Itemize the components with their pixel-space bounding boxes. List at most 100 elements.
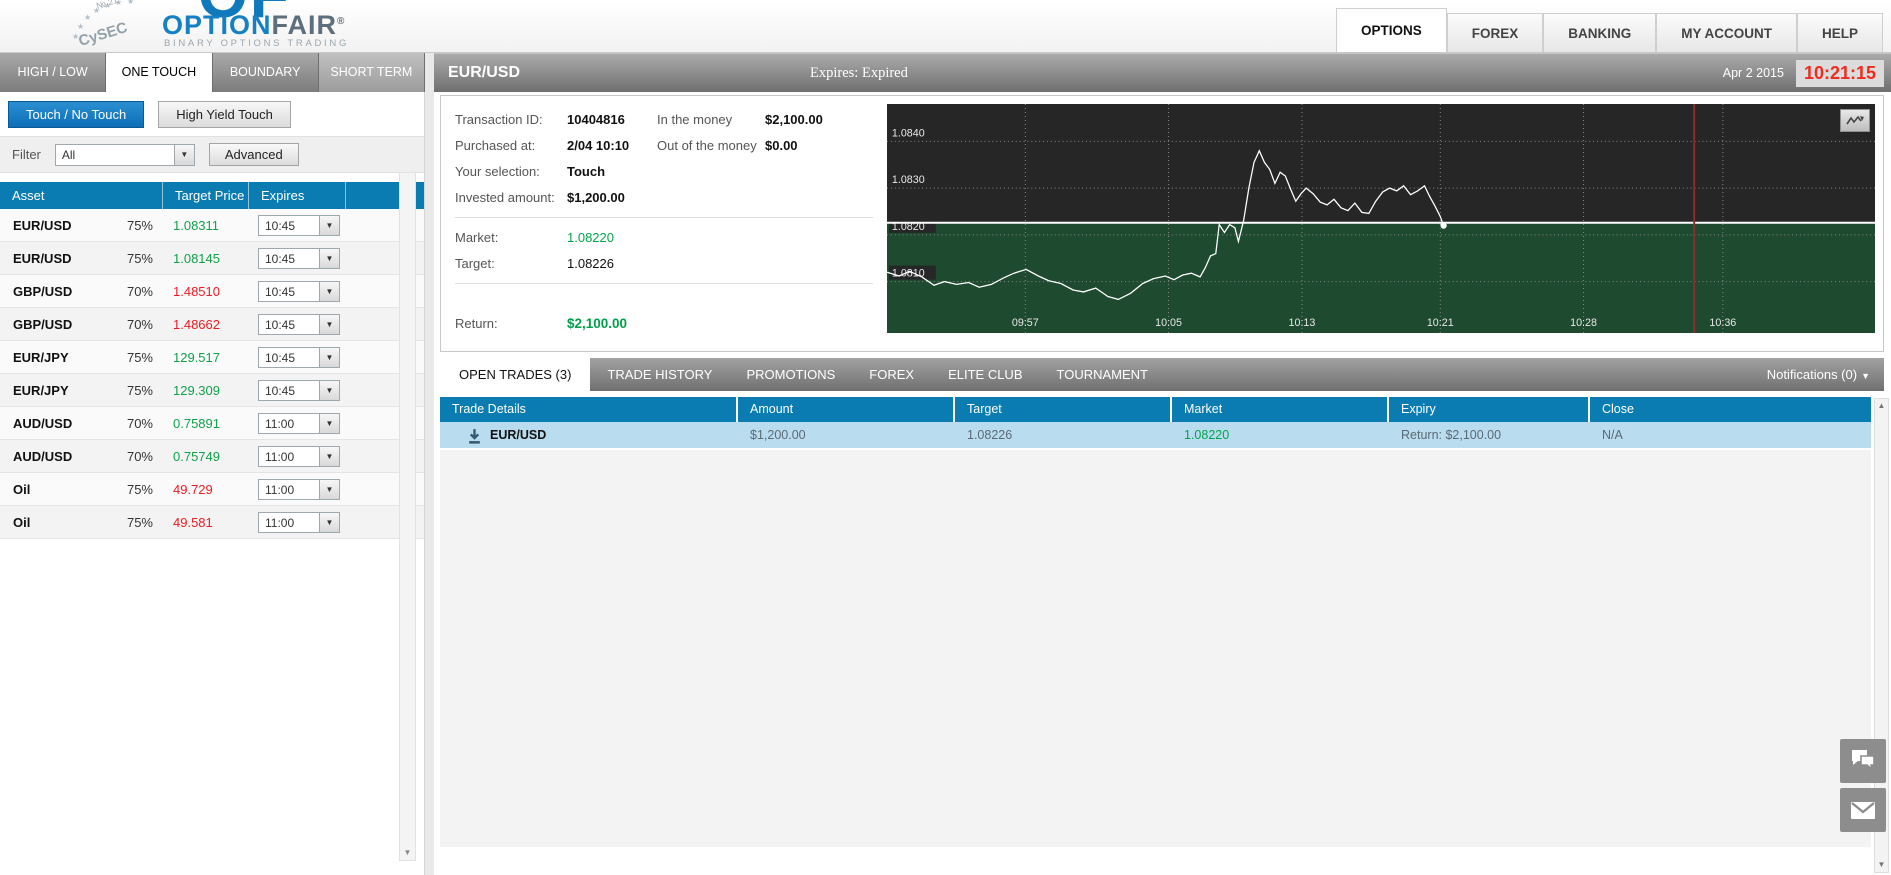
chat-icon [1849,748,1877,774]
bottom-tab-trade-history[interactable]: TRADE HISTORY [590,358,729,391]
top-tab-my-account[interactable]: MY ACCOUNT [1656,13,1797,52]
download-icon[interactable] [466,428,488,445]
instrument-header-bar: EUR/USD Expires: Expired Apr 2 2015 10:2… [434,53,1891,92]
expiry-select[interactable]: 10:45▼ [258,347,340,368]
asset-row: AUD/USD70%0.7589111:00▼ [0,407,424,440]
asset-expiry-cell: 11:00▼ [249,413,346,434]
sidebar-scrollbar[interactable]: ▼ [399,172,416,861]
trade-row[interactable]: EUR/USD$1,200.001.082261.08220Return: $2… [440,422,1871,450]
top-tab-banking[interactable]: BANKING [1543,13,1656,52]
scroll-up-arrow-icon[interactable]: ▲ [1875,399,1888,413]
expiry-select[interactable]: 11:00▼ [258,512,340,533]
mode-button-high-yield-touch[interactable]: High Yield Touch [158,101,291,128]
filter-select[interactable]: All ▼ [55,144,195,166]
expiry-select-value: 11:00 [259,447,319,466]
target-label: Target: [455,256,567,271]
expiry-select[interactable]: 10:45▼ [258,380,340,401]
chevron-down-icon[interactable]: ▼ [319,480,339,499]
top-tab-help[interactable]: HELP [1797,13,1883,52]
trade-target: 1.08226 [955,428,1172,442]
chevron-down-icon: ▼ [1861,371,1870,381]
asset-payout: 70% [127,449,153,464]
contact-email-button[interactable] [1840,788,1886,832]
option-type-tab-high-low[interactable]: HIGH / LOW [0,53,106,92]
chart-type-button[interactable] [1840,109,1870,132]
purchased-label: Purchased at: [455,138,567,153]
open-trades-table: Trade DetailsAmountTargetMarketExpiryClo… [440,397,1871,450]
chevron-down-icon[interactable]: ▼ [319,381,339,400]
asset-row: GBP/USD 70% 1.48510 10:45▼ [0,275,424,308]
asset-target-price: 129.309 [173,383,220,398]
chevron-down-icon[interactable]: ▼ [319,414,339,433]
asset-name: EUR/USD [13,218,72,233]
chevron-down-icon[interactable]: ▼ [319,513,339,532]
chevron-down-icon[interactable]: ▼ [174,145,194,165]
asset-header-expires: Expires [249,182,346,209]
asset-target-price: 0.75749 [173,449,220,464]
asset-expiry-cell: 10:45▼ [249,347,346,368]
line-chart-icon [1845,114,1865,127]
expiry-select[interactable]: 11:00▼ [258,446,340,467]
chart-last-price-dot [1440,222,1446,228]
asset-row: Oil75%49.72911:00▼ [0,473,424,506]
platform-clock: 10:21:15 [1796,60,1884,87]
logo-registered-mark: ® [337,16,345,27]
chart-xlabel: 10:21 [1427,317,1454,329]
in-money-label: In the money [657,112,765,127]
bottom-tab-open-trades-3[interactable]: OPEN TRADES (3) [440,358,590,391]
asset-name: EUR/JPY [13,383,69,398]
bottom-tab-forex[interactable]: FOREX [852,358,931,391]
market-label: Market: [455,230,567,245]
trades-header-trade-details: Trade Details [440,397,738,422]
expiry-select[interactable]: 11:00▼ [258,479,340,500]
asset-row: EUR/JPY75%129.30910:45▼ [0,374,424,407]
asset-name-cell: EUR/JPY 75% [0,350,163,365]
asset-row: AUD/USD 70% 0.75749 11:00▼ [0,440,424,473]
asset-name: AUD/USD [13,449,72,464]
option-type-tab-short-term[interactable]: SHORT TERM [319,53,425,92]
expiry-select[interactable]: 10:45▼ [258,215,340,236]
asset-expiry-cell: 10:45▼ [249,215,346,236]
bottom-tab-tournament[interactable]: TOURNAMENT [1040,358,1165,391]
expiry-select[interactable]: 10:45▼ [258,314,340,335]
advanced-button[interactable]: Advanced [209,143,299,166]
notifications-dropdown[interactable]: Notifications (0)▼ [1767,358,1884,391]
chevron-down-icon[interactable]: ▼ [319,315,339,334]
top-tab-options[interactable]: OPTIONS [1336,8,1447,52]
option-type-tab-boundary[interactable]: BOUNDARY [213,53,319,92]
asset-name: EUR/JPY [13,350,69,365]
asset-name: GBP/USD [13,284,72,299]
top-tab-forex[interactable]: FOREX [1447,13,1544,52]
sidebar: Touch / No TouchHigh Yield Touch Filter … [0,92,425,875]
live-chat-button[interactable] [1840,739,1886,783]
asset-name: Oil [13,482,30,497]
bottom-tab-elite-club[interactable]: ELITE CLUB [931,358,1039,391]
chevron-down-icon[interactable]: ▼ [319,348,339,367]
expiry-select[interactable]: 11:00▼ [258,413,340,434]
asset-target-price-cell: 0.75749 [163,449,249,464]
asset-target-price: 1.08311 [173,218,219,233]
touch-mode-buttons: Touch / No Touch High Yield Touch [0,92,424,136]
chevron-down-icon[interactable]: ▼ [319,216,339,235]
asset-row: Oil75%49.58111:00▼ [0,506,424,539]
expiry-select[interactable]: 10:45▼ [258,248,340,269]
chevron-down-icon[interactable]: ▼ [319,447,339,466]
asset-payout: 70% [127,284,153,299]
market-value: 1.08220 [567,230,657,245]
asset-payout: 75% [127,350,153,365]
logo-subtitle: BINARY OPTIONS TRADING [164,38,349,49]
cysec-stamp: ★ ★ ★ ★ ★ ★ ★ № 21 CySEC [70,0,170,53]
asset-target-price-cell: 1.48510 [163,284,249,299]
scroll-down-arrow-icon[interactable]: ▼ [1875,858,1888,872]
trade-market: 1.08220 [1172,428,1389,442]
bottom-tab-promotions[interactable]: PROMOTIONS [729,358,852,391]
mode-button-touch-no-touch[interactable]: Touch / No Touch [8,101,144,128]
asset-target-price: 1.08145 [173,251,220,266]
option-type-tab-one-touch[interactable]: ONE TOUCH [106,53,212,92]
asset-name: AUD/USD [13,416,72,431]
chart-xlabel: 09:57 [1012,317,1039,329]
expiry-select[interactable]: 10:45▼ [258,281,340,302]
chevron-down-icon[interactable]: ▼ [319,282,339,301]
scroll-down-arrow-icon[interactable]: ▼ [400,845,415,860]
chevron-down-icon[interactable]: ▼ [319,249,339,268]
